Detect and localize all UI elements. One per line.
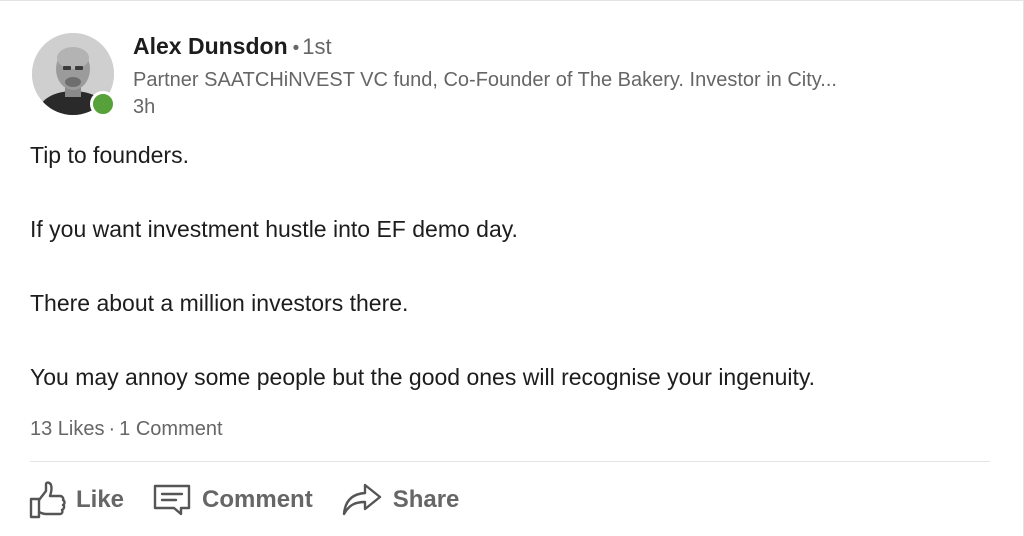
degree-separator: • (292, 38, 300, 59)
share-arrow-icon (341, 482, 383, 518)
comment-label: Comment (202, 486, 313, 513)
post-paragraph: You may annoy some people but the good o… (30, 364, 816, 390)
author-name-line: Alex Dunsdon • 1st (133, 31, 983, 64)
post-timestamp: 3h (133, 96, 156, 118)
comment-button[interactable]: Comment (152, 483, 313, 517)
author-name[interactable]: Alex Dunsdon (133, 33, 288, 59)
thumbs-up-icon (28, 480, 66, 520)
comments-count[interactable]: 1 Comment (119, 418, 222, 440)
share-button[interactable]: Share (341, 482, 460, 518)
post-card: Alex Dunsdon • 1st Partner SAATCHiNVEST VC… (0, 0, 1024, 536)
likes-count[interactable]: 13 Likes (30, 418, 105, 440)
like-button[interactable]: Like (28, 480, 124, 520)
post-header: Alex Dunsdon • 1st Partner SAATCHiNVEST VC… (32, 31, 992, 119)
action-bar: Like Comment Share (28, 475, 487, 525)
author-headline: Partner SAATCHiNVEST VC fund, Co-Founder… (133, 69, 837, 91)
connection-degree: 1st (302, 34, 332, 59)
social-counts: 13 Likes · 1 Comment (30, 416, 223, 442)
post-paragraph: Tip to founders. (30, 142, 189, 168)
post-body: Tip to founders. If you want investment … (30, 139, 990, 435)
post-paragraph: There about a million investors there. (30, 290, 409, 316)
post-paragraph: If you want investment hustle into EF de… (30, 216, 518, 242)
share-label: Share (392, 486, 460, 513)
counts-separator: · (108, 418, 116, 440)
like-label: Like (76, 486, 125, 513)
actions-divider (30, 461, 990, 462)
comment-icon (152, 483, 192, 517)
avatar-container[interactable] (32, 33, 116, 117)
author-info: Alex Dunsdon • 1st Partner SAATCHiNVEST VC… (133, 31, 983, 120)
online-status-dot (90, 91, 116, 117)
